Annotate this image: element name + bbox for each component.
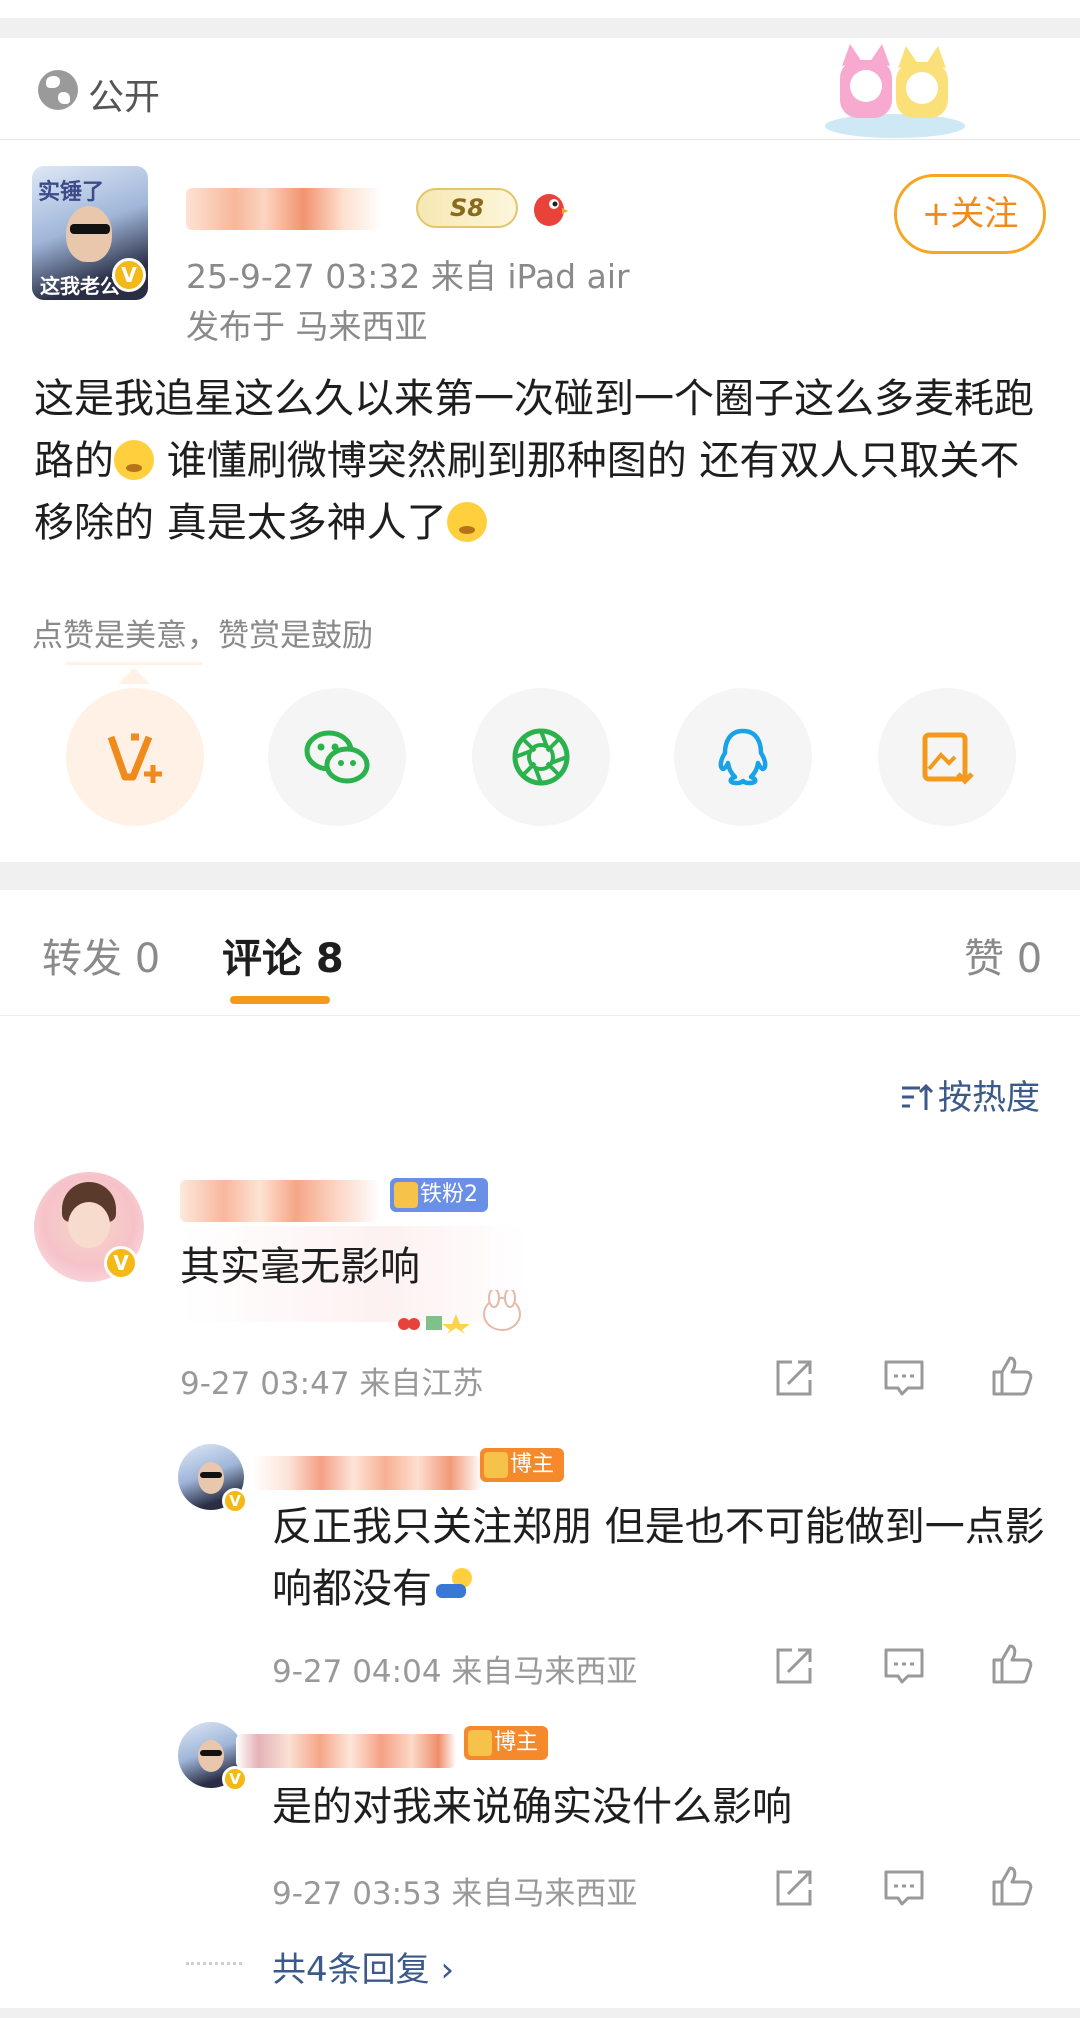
qq-icon bbox=[718, 728, 768, 786]
author-badge-icon bbox=[484, 1452, 508, 1478]
tab-comments[interactable]: 评论 8 bbox=[222, 926, 344, 984]
reply-text: 反正我只关注郑朋 但是也不可能做到一点影响都没有 bbox=[272, 1504, 1045, 1612]
share-moments-button[interactable] bbox=[472, 688, 610, 826]
fan-level-icon bbox=[394, 1182, 418, 1208]
author-badge-icon bbox=[468, 1730, 492, 1756]
sleeping-emoji-icon bbox=[436, 1568, 472, 1598]
sort-label: 按热度 bbox=[938, 1078, 1040, 1118]
tip-pointer bbox=[118, 668, 150, 684]
reply-author-name-blurred[interactable] bbox=[236, 1734, 456, 1768]
reply-icon[interactable] bbox=[882, 1866, 926, 1910]
section-divider bbox=[0, 862, 1080, 890]
share-qq-button[interactable] bbox=[674, 688, 812, 826]
reward-button[interactable] bbox=[66, 688, 204, 826]
sort-toggle[interactable]: 按热度 bbox=[900, 1070, 1040, 1119]
reply-text: 是的对我来说确实没什么影响 bbox=[272, 1784, 792, 1830]
bubble-sticker-decoration bbox=[398, 1290, 521, 1334]
moments-icon bbox=[512, 728, 570, 786]
visibility-bar: 公开 bbox=[0, 38, 1080, 140]
reply-icon[interactable] bbox=[882, 1356, 926, 1400]
post-tabs: 转发 0 评论 8 赞 0 bbox=[0, 890, 1080, 1016]
author-badge: 博主 bbox=[480, 1448, 565, 1482]
reply-meta: 9-27 04:04 来自马来西亚 bbox=[272, 1654, 638, 1690]
comment-meta: 9-27 03:47 来自江苏 bbox=[180, 1366, 484, 1402]
share-row bbox=[0, 688, 1080, 828]
share-wechat-button[interactable] bbox=[268, 688, 406, 826]
top-divider bbox=[0, 18, 1080, 38]
commenter-name-blurred[interactable] bbox=[180, 1180, 380, 1222]
tab-likes[interactable]: 赞 0 bbox=[964, 926, 1042, 984]
level-badge: S8 bbox=[416, 188, 518, 228]
bird-icon bbox=[534, 194, 568, 226]
post-text-part2: 谁懂刷微博突然刷到那种图的 还有双人只取关不移除的 真是太多神人了 bbox=[34, 438, 1020, 546]
reply-author-name-blurred[interactable] bbox=[252, 1456, 482, 1490]
save-image-button[interactable] bbox=[878, 688, 1016, 826]
verified-badge-icon: V bbox=[112, 258, 146, 292]
cat-sticker-decoration bbox=[825, 44, 965, 138]
weibo-post-page: 公开 实锤了 这我老公 V S8 25-9-27 03:32 来自 iPad a… bbox=[0, 0, 1080, 2018]
sort-icon bbox=[902, 1083, 934, 1110]
author-name-blurred[interactable] bbox=[186, 188, 382, 230]
avatar-caption-top: 实锤了 bbox=[38, 180, 105, 205]
comment-text: 其实毫无影响 bbox=[180, 1244, 420, 1290]
repost-icon[interactable] bbox=[772, 1644, 816, 1688]
avatar-caption-bottom: 这我老公 bbox=[40, 274, 120, 298]
post-location: 发布于 马来西亚 bbox=[186, 307, 428, 346]
iron-fan-badge: 铁粉2 bbox=[390, 1178, 488, 1212]
post-text: 这是我追星这么久以来第一次碰到一个圈子这么多麦耗跑路的 谁懂刷微博突然刷到那种图… bbox=[34, 368, 1054, 554]
like-icon[interactable] bbox=[990, 1864, 1034, 1908]
author-badge: 博主 bbox=[464, 1726, 549, 1760]
view-more-replies-link[interactable]: 共4条回复 › bbox=[272, 1942, 454, 1991]
follow-button[interactable]: +关注 bbox=[894, 174, 1046, 254]
globe-icon bbox=[38, 70, 78, 110]
shush-emoji-icon bbox=[446, 502, 487, 542]
active-tab-indicator bbox=[230, 996, 330, 1004]
bottom-divider bbox=[0, 2008, 1080, 2018]
commenter-verified-icon: V bbox=[104, 1246, 138, 1280]
like-icon[interactable] bbox=[990, 1354, 1034, 1398]
repost-icon[interactable] bbox=[772, 1866, 816, 1910]
repost-icon[interactable] bbox=[772, 1356, 816, 1400]
save-image-icon bbox=[922, 732, 974, 785]
reply-verified-icon: V bbox=[222, 1488, 248, 1514]
reply-verified-icon: V bbox=[222, 1766, 248, 1792]
reward-tip: 点赞是美意，赞赏是鼓励 bbox=[32, 618, 373, 654]
post-timestamp-source: 25-9-27 03:32 来自 iPad air bbox=[186, 257, 630, 296]
flushed-emoji-icon bbox=[114, 440, 154, 480]
wechat-icon bbox=[304, 730, 370, 784]
reply-icon[interactable] bbox=[882, 1644, 926, 1688]
replies-divider-dots bbox=[186, 1962, 242, 1965]
reward-v-icon bbox=[107, 733, 162, 783]
reply-meta: 9-27 03:53 来自马来西亚 bbox=[272, 1876, 638, 1912]
tab-repost[interactable]: 转发 0 bbox=[42, 926, 160, 984]
visibility-label: 公开 bbox=[88, 77, 161, 118]
like-icon[interactable] bbox=[990, 1642, 1034, 1686]
